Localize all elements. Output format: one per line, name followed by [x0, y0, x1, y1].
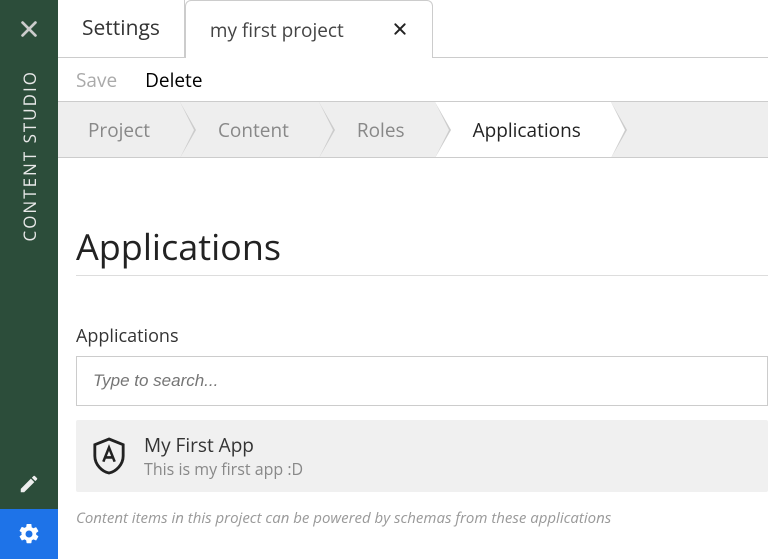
delete-button[interactable]: Delete	[145, 67, 202, 93]
content-area: Applications Applications My First App T…	[58, 158, 768, 559]
field-label-applications: Applications	[76, 324, 768, 348]
app-icon	[90, 437, 128, 475]
tab-close-button[interactable]	[392, 17, 408, 43]
sidebar-settings-button[interactable]	[0, 509, 58, 559]
close-icon	[392, 21, 408, 37]
sidebar-edit-button[interactable]	[0, 459, 58, 509]
sidebar: CONTENT STUDIO	[0, 0, 58, 559]
wizard-step-applications[interactable]: Applications	[435, 102, 611, 157]
app-name: My First App	[144, 432, 303, 458]
close-icon	[18, 18, 40, 40]
applications-search-input[interactable]	[76, 356, 768, 406]
sidebar-title: CONTENT STUDIO	[18, 70, 41, 242]
pencil-icon	[18, 473, 40, 495]
wizard-step-content[interactable]: Content	[180, 102, 319, 157]
app-text: My First App This is my first app :D	[144, 432, 303, 480]
tab-bar: Settings my first project	[58, 0, 768, 58]
gear-icon	[17, 522, 41, 546]
tab-label: Settings	[82, 14, 160, 42]
main: Settings my first project Save Delete Pr…	[58, 0, 768, 559]
wizard-step-roles[interactable]: Roles	[319, 102, 435, 157]
applications-hint: Content items in this project can be pow…	[76, 508, 768, 528]
app-description: This is my first app :D	[144, 458, 303, 480]
wizard-steps: ProjectContentRolesApplications	[58, 102, 768, 158]
wizard-step-project[interactable]: Project	[62, 102, 180, 157]
page-heading: Applications	[76, 222, 768, 276]
tab-project[interactable]: my first project	[185, 0, 433, 58]
sidebar-close-button[interactable]	[0, 0, 58, 58]
save-button[interactable]: Save	[76, 67, 117, 93]
tab-settings[interactable]: Settings	[58, 0, 185, 57]
action-bar: Save Delete	[58, 58, 768, 102]
tab-label: my first project	[210, 17, 344, 43]
app-card[interactable]: My First App This is my first app :D	[76, 420, 768, 492]
